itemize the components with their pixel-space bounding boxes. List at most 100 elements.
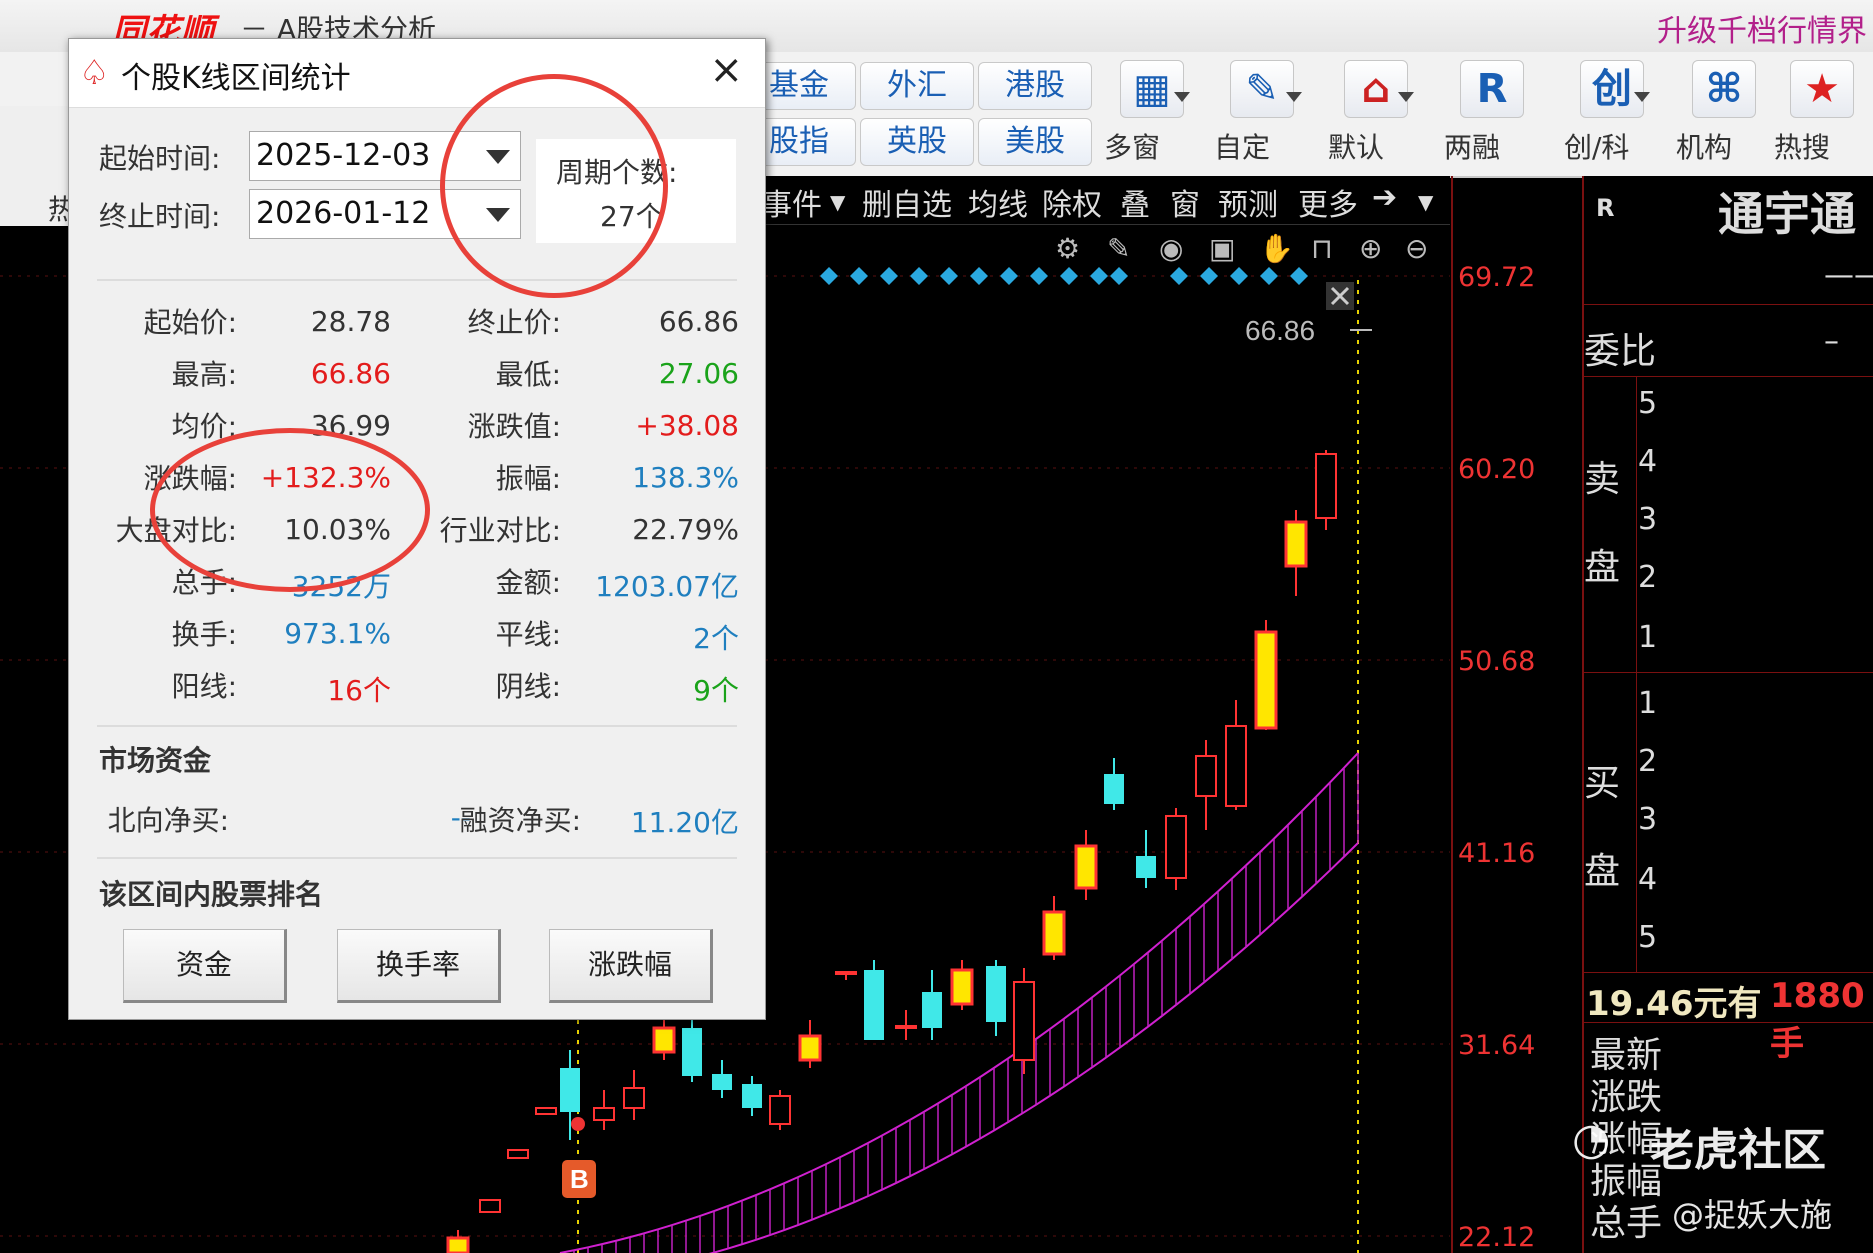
- industry-compare-value: 22.79%: [632, 513, 739, 546]
- chuang-icon: 创: [1580, 60, 1644, 118]
- margin-net-buy-label: 融资净买:: [459, 804, 581, 837]
- margin-flag: R: [1596, 194, 1615, 222]
- rank-by-funds-button[interactable]: 资金: [123, 929, 287, 1003]
- candle-body: [535, 1107, 557, 1115]
- candle-body: [479, 1199, 501, 1213]
- default-label: 默认: [1328, 131, 1385, 164]
- end-time-value: 2026-01-12: [256, 196, 431, 231]
- price-label: 41.16: [1458, 838, 1536, 869]
- flat-count-value: 2个: [693, 622, 739, 655]
- last-price-tag: 66.86: [1245, 315, 1315, 346]
- candle-body: [1225, 725, 1247, 807]
- sell-label: 卖: [1584, 459, 1621, 500]
- default-button[interactable]: ⌂ 默认: [1328, 52, 1424, 170]
- sell-level: 5: [1638, 386, 1658, 421]
- rank-by-change-button[interactable]: 涨跌幅: [549, 929, 713, 1003]
- chevron-down-icon[interactable]: [1398, 92, 1414, 102]
- end-time-label: 终止时间:: [99, 200, 221, 233]
- chuang-ke-button[interactable]: 创 创/科: [1564, 52, 1660, 170]
- weibi-value: –: [1824, 324, 1839, 359]
- buy-level: 2: [1638, 744, 1658, 779]
- candle-body: [864, 970, 884, 1040]
- chuang-label: 创/科: [1564, 131, 1630, 164]
- diamond-markers: [820, 267, 1308, 285]
- start-price-value: 28.78: [310, 305, 391, 338]
- margin-trading-button[interactable]: R 两融: [1444, 52, 1540, 170]
- institution-icon: ⌘: [1692, 60, 1756, 118]
- candle-body: [623, 1087, 645, 1109]
- amplitude-label: 振幅:: [495, 462, 561, 495]
- forex-button[interactable]: 外汇: [860, 62, 974, 110]
- start-time-value: 2025-12-03: [256, 138, 431, 173]
- stock-name: 通宇通: [1718, 187, 1856, 241]
- close-icon[interactable]: [1326, 282, 1354, 310]
- buy-label: 盘: [1584, 851, 1621, 892]
- margin-label: 两融: [1444, 131, 1501, 164]
- close-icon[interactable]: ×: [709, 47, 743, 93]
- northbound-label: 北向净买:: [107, 804, 229, 837]
- candle-body: [1315, 453, 1337, 519]
- amount-value: 1203.07亿: [595, 570, 739, 603]
- candle-body: [593, 1107, 615, 1121]
- uk-stock-button[interactable]: 英股: [860, 118, 974, 166]
- candle-body: [1074, 844, 1098, 890]
- institution-button[interactable]: ⌘ 机构: [1676, 52, 1772, 170]
- watermark-main: 老虎社区: [1650, 1125, 1826, 1176]
- flat-count-label: 平线:: [495, 618, 561, 651]
- buy-label: 买: [1584, 763, 1621, 804]
- annotation-circle: [150, 428, 430, 592]
- end-price-value: 66.86: [658, 305, 739, 338]
- high-label: 最高:: [171, 358, 237, 391]
- price-label: 31.64: [1458, 1030, 1536, 1061]
- sell-level: 2: [1638, 560, 1658, 595]
- custom-button[interactable]: ✎ 自定: [1214, 52, 1310, 170]
- margin-net-buy-value: 11.20亿: [630, 806, 739, 839]
- start-time-label: 起始时间:: [99, 142, 221, 175]
- buy-marker: B: [570, 1164, 589, 1194]
- candle-body: [742, 1084, 762, 1108]
- sell-level: 3: [1638, 502, 1658, 537]
- us-stock-button[interactable]: 美股: [978, 118, 1092, 166]
- sell-level: 1: [1638, 620, 1658, 655]
- amount-label: 金额:: [495, 566, 561, 599]
- quote-row-label: 总手: [1590, 1203, 1663, 1244]
- candle-body: [446, 1236, 470, 1253]
- market-funds-title: 市场资金: [99, 744, 212, 777]
- candle-body: [1284, 520, 1308, 568]
- upgrade-promo-link[interactable]: 升级千档行情界: [1657, 6, 1867, 50]
- dialog-title: 个股K线区间统计: [121, 61, 351, 96]
- app-cards-icon: ♤: [79, 53, 110, 93]
- yin-count-value: 9个: [693, 674, 739, 707]
- candle-body: [922, 992, 942, 1028]
- candle-body: [895, 1025, 917, 1029]
- sell-label: 盘: [1584, 547, 1621, 588]
- hk-stock-button[interactable]: 港股: [978, 62, 1092, 110]
- price-label: 60.20: [1458, 454, 1536, 485]
- chevron-down-icon[interactable]: [1286, 92, 1302, 102]
- multi-window-icon: ▦: [1120, 60, 1184, 118]
- order-book-panel: R 通宇通 —— 委比 – 卖 盘 5 4 3 2 1 买 盘 1 2 3 4 …: [1582, 176, 1873, 1253]
- dialog-titlebar[interactable]: ♤ 个股K线区间统计 ×: [69, 39, 765, 108]
- hot-search-button[interactable]: ★ 热搜: [1774, 52, 1870, 170]
- yang-count-value: 16个: [327, 674, 391, 707]
- rank-by-turnover-button[interactable]: 换手率: [337, 929, 501, 1003]
- candle-body: [507, 1149, 529, 1159]
- start-price-label: 起始价:: [143, 306, 237, 339]
- candle-body: [682, 1028, 702, 1076]
- amplitude-value: 138.3%: [632, 461, 739, 494]
- cash-available: 19.46元有: [1586, 984, 1762, 1024]
- chevron-down-icon[interactable]: [1634, 92, 1650, 102]
- weibi-label: 委比: [1584, 331, 1657, 372]
- buy-signal: B: [562, 1117, 596, 1198]
- candle-body: [1165, 815, 1187, 879]
- multi-window-button[interactable]: ▦ 多窗: [1104, 52, 1200, 170]
- chevron-down-icon[interactable]: [1174, 92, 1190, 102]
- ranking-title: 该区间内股票排名: [99, 878, 324, 911]
- yang-count-label: 阳线:: [171, 670, 237, 703]
- yin-count-label: 阴线:: [495, 670, 561, 703]
- price-label: 69.72: [1458, 262, 1536, 293]
- price-label: 50.68: [1458, 646, 1536, 677]
- candle-body: [1042, 910, 1066, 956]
- sell-level: 4: [1638, 444, 1658, 479]
- cash-hands: 1880手: [1770, 976, 1865, 1064]
